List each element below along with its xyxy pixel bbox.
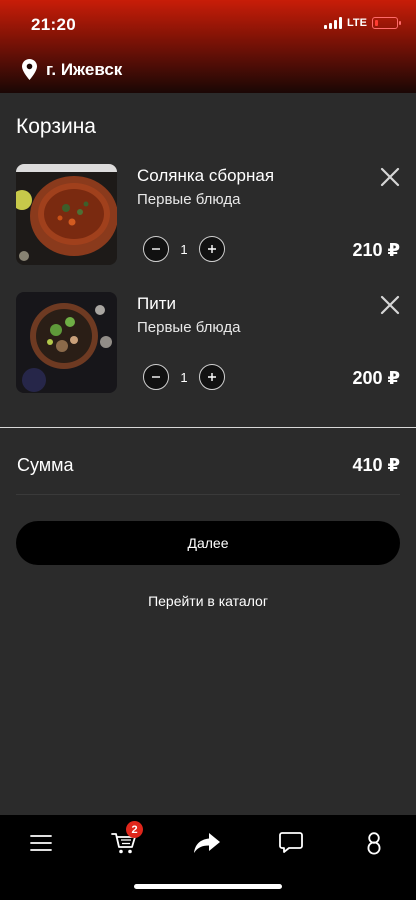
tab-menu[interactable]	[21, 827, 61, 859]
cart-item: Пити Первые блюда 1 200 ₽	[0, 292, 416, 396]
tab-cart[interactable]: 2	[104, 821, 144, 859]
item-price: 210 ₽	[352, 240, 400, 260]
tab-profile[interactable]	[354, 827, 394, 859]
battery-icon	[372, 17, 401, 29]
remove-item-close-icon[interactable]	[379, 166, 401, 188]
item-price: 200 ₽	[352, 368, 400, 388]
city-selector[interactable]: г. Ижевск	[22, 59, 122, 80]
item-category: Первые блюда	[137, 191, 241, 208]
quantity-stepper: 1	[143, 364, 225, 390]
summary-total: 410 ₽	[352, 455, 400, 475]
piti-soup-photo	[16, 292, 117, 393]
increase-button[interactable]	[199, 236, 225, 262]
page-title: Корзина	[16, 115, 96, 138]
quantity-stepper: 1	[143, 236, 225, 262]
minus-icon	[152, 248, 160, 250]
home-indicator	[134, 884, 282, 889]
chat-icon	[279, 832, 303, 853]
app-header: 21:20 LTE г. Ижевск	[0, 0, 416, 93]
cart-count-badge: 2	[126, 821, 143, 838]
cart-item: Солянка сборная Первые блюда 1 210 ₽	[0, 164, 416, 268]
quantity-value: 1	[180, 241, 188, 257]
item-category: Первые блюда	[137, 319, 241, 336]
tab-chat[interactable]	[271, 827, 311, 859]
network-label: LTE	[347, 17, 367, 29]
plus-icon	[208, 373, 216, 381]
city-name: г. Ижевск	[46, 59, 123, 79]
solyanka-soup-photo	[16, 164, 117, 265]
profile-icon	[367, 832, 381, 855]
minus-icon	[152, 376, 160, 378]
quantity-value: 1	[180, 369, 188, 385]
item-name: Солянка сборная	[137, 166, 275, 185]
decrease-button[interactable]	[143, 364, 169, 390]
tab-share[interactable]	[187, 827, 227, 859]
divider	[0, 427, 416, 428]
divider	[16, 494, 400, 495]
plus-icon	[208, 245, 216, 253]
location-pin-icon	[22, 59, 37, 80]
item-name: Пити	[137, 294, 176, 313]
summary-label: Сумма	[17, 455, 74, 475]
decrease-button[interactable]	[143, 236, 169, 262]
status-time: 21:20	[31, 15, 76, 34]
signal-icon	[324, 17, 343, 29]
status-indicators: LTE	[324, 17, 401, 29]
go-to-catalog-link[interactable]: Перейти в каталог	[0, 593, 416, 609]
increase-button[interactable]	[199, 364, 225, 390]
menu-icon	[30, 835, 52, 851]
share-icon	[194, 833, 220, 853]
next-button[interactable]: Далее	[16, 521, 400, 565]
remove-item-close-icon[interactable]	[379, 294, 401, 316]
